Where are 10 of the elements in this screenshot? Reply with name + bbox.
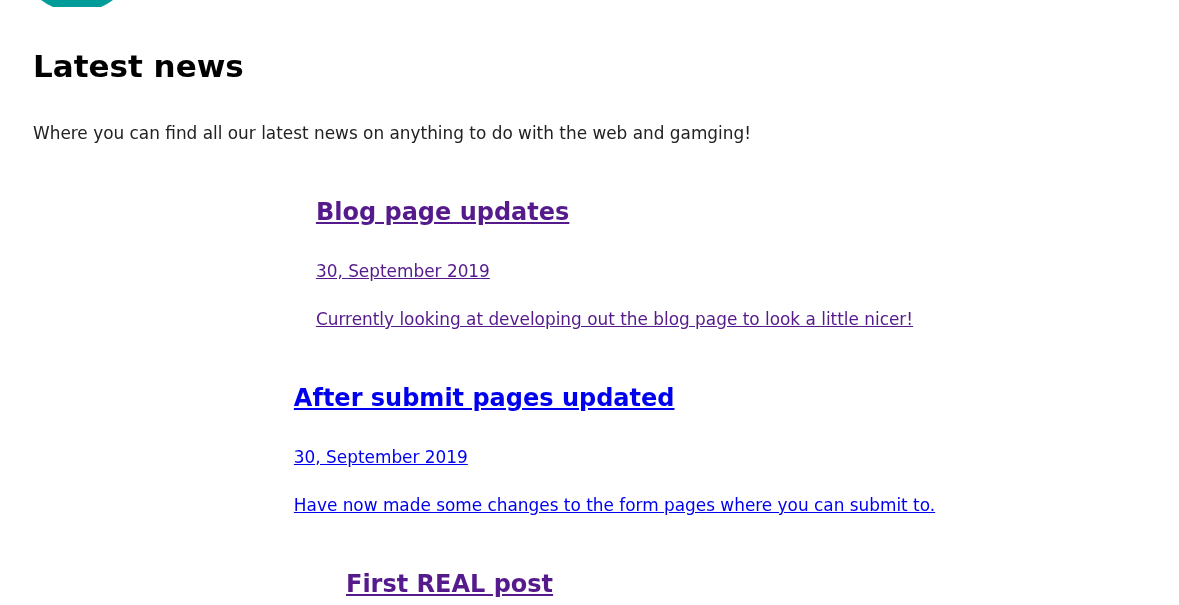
circle-logo-icon [41, 0, 113, 7]
page-heading: Latest news [33, 47, 245, 85]
post-date-link[interactable]: 30, September 2019 [315, 260, 490, 282]
post-title-link[interactable]: After submit pages updated [293, 381, 675, 415]
intro-text: Where you can find all our latest news on anything to do with the web and gamging! [33, 122, 752, 144]
post-date-link[interactable]: 30, September 2019 [293, 446, 468, 468]
post-summary-link[interactable]: Have now made some changes to the form pages where you can submit to. [293, 494, 936, 516]
post-title-link[interactable]: First REAL post [346, 567, 554, 601]
post-title-link[interactable]: Blog page updates [315, 195, 570, 229]
post-summary-link[interactable]: Currently looking at developing out the blog page to look a little nicer! [315, 308, 914, 330]
